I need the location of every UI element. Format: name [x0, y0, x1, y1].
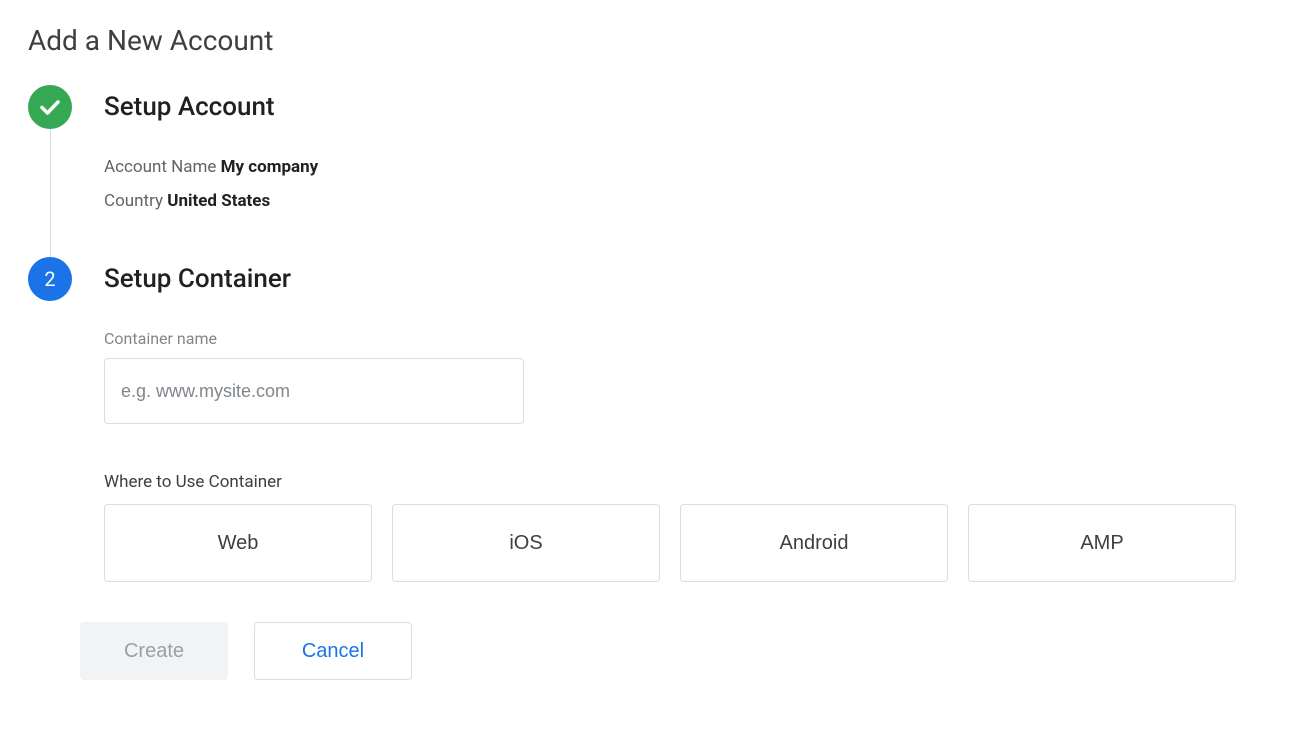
platform-option-ios[interactable]: iOS — [392, 504, 660, 582]
step-badge-active: 2 — [28, 257, 72, 301]
country-label: Country — [104, 191, 163, 211]
account-name-value: My company — [221, 157, 319, 177]
account-name-summary: Account Name My company — [104, 157, 1264, 177]
container-name-input[interactable] — [104, 358, 524, 424]
step-number: 2 — [44, 267, 55, 291]
country-summary: Country United States — [104, 191, 1264, 211]
actions-bar: Create Cancel — [28, 614, 1264, 680]
stepper: Setup Account Account Name My company Co… — [28, 85, 1264, 614]
platform-option-web[interactable]: Web — [104, 504, 372, 582]
country-value: United States — [167, 191, 270, 211]
container-name-field-group: Container name — [104, 329, 1264, 424]
step-connector-line — [50, 129, 51, 257]
cancel-button[interactable]: Cancel — [254, 622, 412, 680]
step-account: Setup Account Account Name My company Co… — [28, 85, 1264, 257]
create-button[interactable]: Create — [80, 622, 228, 680]
check-icon — [38, 95, 62, 119]
step-container-title: Setup Container — [104, 257, 1264, 301]
container-name-label: Container name — [104, 329, 1264, 348]
account-name-label: Account Name — [104, 157, 216, 177]
where-to-use-group: Where to Use Container Web iOS Android A… — [104, 472, 1264, 582]
where-to-use-label: Where to Use Container — [104, 472, 1264, 492]
platform-options: Web iOS Android AMP — [104, 504, 1264, 582]
step-container: 2 Setup Container Container name Where t… — [28, 257, 1264, 614]
platform-option-amp[interactable]: AMP — [968, 504, 1236, 582]
step-badge-completed — [28, 85, 72, 129]
page-title: Add a New Account — [28, 24, 1264, 57]
step-account-title: Setup Account — [104, 85, 1264, 129]
platform-option-android[interactable]: Android — [680, 504, 948, 582]
